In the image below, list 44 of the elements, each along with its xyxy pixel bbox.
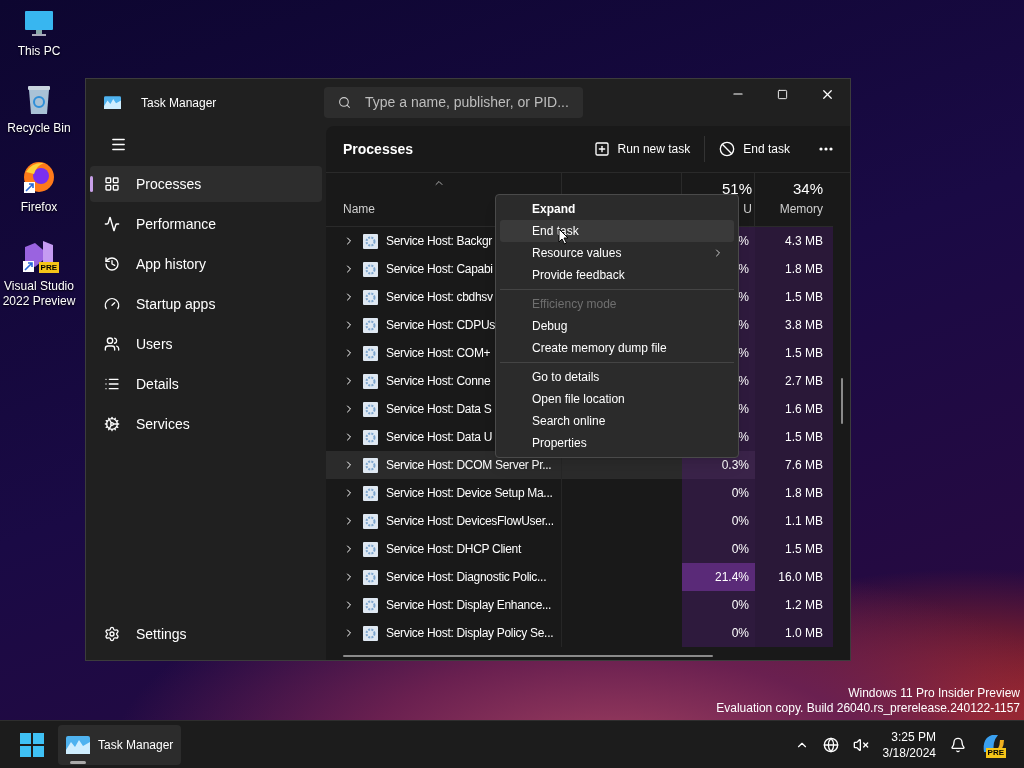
column-total: 34% [792,178,823,199]
page-title: Processes [343,139,414,159]
column-total: 51% [721,178,752,199]
process-name: Service Host: Data U [386,429,493,446]
process-name: Service Host: CDPUs [386,317,495,334]
process-name: Service Host: Display Enhance... [386,597,552,614]
cpu-cell: 0% [682,591,755,619]
memory-cell: 4.3 MB [755,227,833,255]
process-name: Service Host: Data S [386,401,492,418]
preview-badge: PRE [38,262,59,273]
memory-cell: 1.5 MB [755,283,833,311]
process-name: Service Host: cbdhsv [386,289,493,306]
memory-cell: 1.2 MB [755,591,833,619]
process-name: Service Host: Diagnostic Polic... [386,569,547,586]
process-name: Service Host: Capabi [386,261,493,278]
window-title: Task Manager [141,94,217,112]
process-name: Service Host: Display Policy Se... [386,625,554,642]
cpu-cell: 21.4% [682,563,755,591]
process-name: Service Host: DCOM Server Pr... [386,457,552,474]
memory-cell: 1.6 MB [755,395,833,423]
memory-cell: 7.6 MB [755,451,833,479]
cpu-cell: 0% [682,535,755,563]
memory-cell: 3.8 MB [755,311,833,339]
watermark-text: Evaluation copy. Build 26040.rs_prerelease.240122-1157 [716,701,1020,716]
memory-cell: 1.8 MB [755,255,833,283]
memory-cell: 1.5 MB [755,535,833,563]
memory-cell: 2.7 MB [755,367,833,395]
cpu-cell: 0% [682,619,755,647]
process-name: Service Host: COM+ [386,345,491,362]
preview-badge: PRE [985,747,1006,758]
memory-cell: 16.0 MB [755,563,833,591]
memory-cell: 1.8 MB [755,479,833,507]
watermark-text: Windows 11 Pro Insider Preview [848,686,1020,701]
memory-cell: 1.5 MB [755,423,833,451]
process-name: Service Host: DevicesFlowUser... [386,513,554,530]
cpu-cell: 0% [682,479,755,507]
memory-cell: 1.1 MB [755,507,833,535]
cpu-cell: 0% [682,507,755,535]
process-name: Service Host: DHCP Client [386,541,521,558]
process-name: Service Host: Device Setup Ma... [386,485,553,502]
process-name: Service Host: Conne [386,373,491,390]
memory-cell: 1.0 MB [755,619,833,647]
memory-cell: 1.5 MB [755,339,833,367]
process-name: Service Host: Backgr [386,233,493,250]
